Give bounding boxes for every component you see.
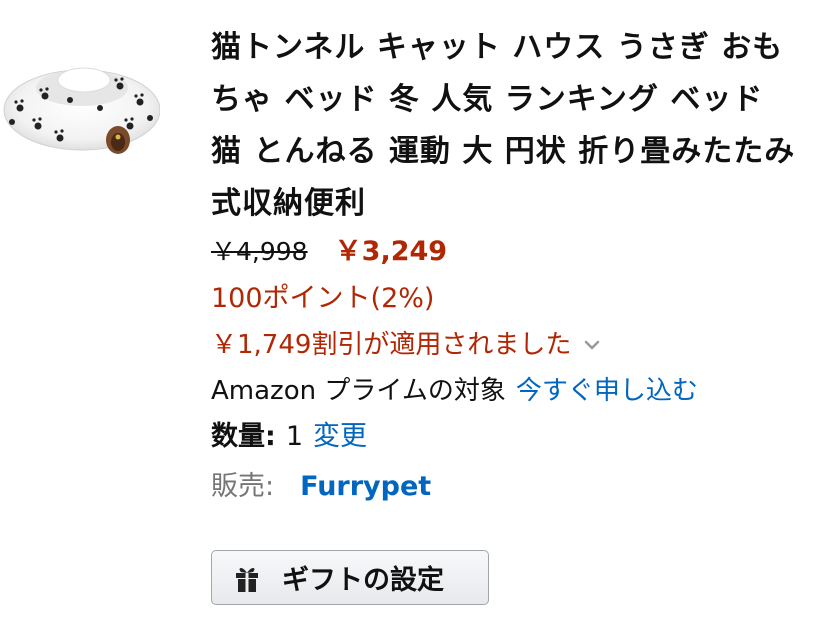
- points-earned: 100ポイント(2%): [211, 283, 435, 314]
- gift-button-label: ギフトの設定: [282, 565, 444, 596]
- discount-applied[interactable]: ￥1,749割引が適用されました: [211, 328, 801, 362]
- price-row: ￥4,998 ￥3,249: [211, 234, 801, 270]
- cart-item: 猫トンネル キャット ハウス うさぎ おもちゃ ベッド 冬 人気 ランキング ベ…: [0, 0, 815, 633]
- seller-row: 販売: Furrypet: [211, 470, 801, 504]
- gift-settings-button[interactable]: ギフトの設定: [211, 550, 489, 605]
- gift-icon: [236, 567, 258, 592]
- quantity-row: 数量: 1 変更: [211, 420, 801, 454]
- discount-text: ￥1,749割引が適用されました: [211, 330, 572, 360]
- product-title[interactable]: 猫トンネル キャット ハウス うさぎ おもちゃ ベッド 冬 人気 ランキング ベ…: [211, 22, 801, 230]
- quantity-label: 数量:: [211, 421, 276, 452]
- quantity-value: 1: [285, 421, 303, 452]
- deal-price: ￥3,249: [334, 236, 448, 267]
- product-info: 猫トンネル キャット ハウス うさぎ おもちゃ ベッド 冬 人気 ランキング ベ…: [211, 22, 801, 504]
- prime-text: Amazon プライムの対象: [211, 376, 506, 406]
- chevron-down-icon[interactable]: [583, 336, 601, 354]
- change-quantity-link[interactable]: 変更: [313, 421, 367, 452]
- prime-signup-link[interactable]: 今すぐ申し込む: [516, 376, 698, 406]
- product-thumbnail[interactable]: [0, 38, 160, 156]
- seller-label: 販売:: [211, 471, 275, 502]
- list-price: ￥4,998: [211, 237, 308, 266]
- seller-link[interactable]: Furrypet: [300, 471, 431, 502]
- prime-eligibility: Amazon プライムの対象 今すぐ申し込む: [211, 374, 801, 408]
